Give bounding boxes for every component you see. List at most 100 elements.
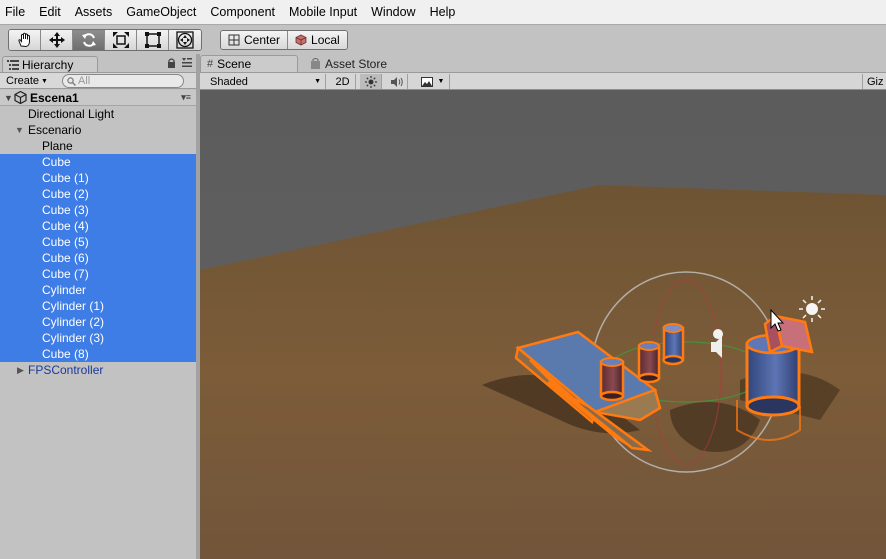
hierarchy-item[interactable]: Directional Light — [0, 106, 196, 122]
hand-tool-button[interactable] — [9, 30, 41, 50]
lighting-toggle-button[interactable] — [360, 74, 382, 89]
rect-tool-icon — [144, 32, 161, 48]
hierarchy-item[interactable]: Cube (3) — [0, 202, 196, 218]
transform-tool-icon — [176, 31, 194, 49]
transform-tool-button[interactable] — [169, 30, 201, 50]
hierarchy-item-label: Cube (5) — [42, 235, 89, 249]
hierarchy-tab-controls — [167, 58, 192, 68]
cube-icon — [295, 34, 307, 46]
hierarchy-item[interactable]: Cube (2) — [0, 186, 196, 202]
menu-bar: File Edit Assets GameObject Component Mo… — [0, 0, 886, 24]
hierarchy-item-label: Cube (3) — [42, 203, 89, 217]
expand-arrow-icon[interactable]: ▼ — [15, 122, 24, 138]
scene-tab-label: Scene — [217, 57, 252, 71]
hierarchy-tab[interactable]: Hierarchy — [2, 56, 98, 73]
asset-store-tab-label: Asset Store — [325, 56, 388, 71]
cylinder-small-3[interactable] — [662, 323, 685, 366]
hierarchy-search-input[interactable]: All — [62, 74, 184, 88]
gizmos-dropdown[interactable]: Giz — [862, 74, 886, 89]
menu-window[interactable]: Window — [364, 0, 422, 24]
hierarchy-item[interactable]: Cylinder (2) — [0, 314, 196, 330]
unity-scene-icon — [14, 91, 27, 104]
bag-icon — [311, 58, 320, 69]
shading-mode-value: Shaded — [210, 75, 248, 88]
hierarchy-item[interactable]: Cylinder — [0, 282, 196, 298]
shading-mode-dropdown[interactable]: Shaded ▼ — [204, 74, 326, 89]
speaker-icon — [390, 76, 403, 87]
menu-edit[interactable]: Edit — [32, 0, 68, 24]
hierarchy-item-label: Cube (7) — [42, 267, 89, 281]
hierarchy-item[interactable]: Cube (7) — [0, 266, 196, 282]
grid-icon: # — [207, 58, 214, 70]
collapse-arrow-icon[interactable]: ▶ — [17, 362, 24, 378]
hierarchy-item-label: Cube — [42, 155, 71, 169]
hand-icon — [17, 32, 30, 48]
menu-file[interactable]: File — [0, 0, 32, 24]
pivot-center-button[interactable]: Center — [221, 31, 289, 49]
hierarchy-item[interactable]: Cube (5) — [0, 234, 196, 250]
hierarchy-item[interactable]: Cylinder (1) — [0, 298, 196, 314]
2d-toggle-button[interactable]: 2D — [330, 74, 356, 89]
hierarchy-item-label: Cube (2) — [42, 187, 89, 201]
create-label: Create — [6, 75, 40, 87]
pivot-center-label: Center — [244, 33, 281, 47]
dropdown-arrow-icon: ▼ — [41, 77, 48, 85]
hierarchy-item[interactable]: Cylinder (3) — [0, 330, 196, 346]
2d-toggle-label: 2D — [335, 75, 350, 88]
rotate-tool-button[interactable] — [73, 30, 105, 50]
hierarchy-item[interactable]: ▶ FPSController — [0, 362, 196, 378]
audio-toggle-button[interactable] — [386, 74, 408, 89]
menu-mobile-input[interactable]: Mobile Input — [282, 0, 364, 24]
effects-dropdown[interactable]: ▼ — [416, 74, 450, 89]
lock-icon[interactable] — [167, 58, 176, 68]
scene-tab-bar: # Scene Asset Store — [200, 54, 886, 72]
scene-tab[interactable]: # Scene — [200, 55, 298, 72]
create-dropdown[interactable]: Create ▼ — [3, 74, 51, 88]
scene-root-row[interactable]: ▼ Escena1 ▾≡ — [0, 90, 196, 106]
hierarchy-item-label: Plane — [42, 139, 73, 153]
hierarchy-item[interactable]: Cube (8) — [0, 346, 196, 362]
pivot-local-label: Local — [311, 33, 340, 47]
hierarchy-item[interactable]: Cube — [0, 154, 196, 170]
menu-gameobject[interactable]: GameObject — [119, 0, 203, 24]
hierarchy-item-label: Cube (8) — [42, 347, 89, 361]
cylinder-small-2[interactable] — [637, 341, 661, 384]
list-icon — [7, 60, 19, 70]
hierarchy-item-label: FPSController — [28, 363, 104, 377]
hierarchy-item-label: Cube (4) — [42, 219, 89, 233]
cylinder-small-1[interactable] — [599, 357, 625, 402]
rect-tool-button[interactable] — [137, 30, 169, 50]
panel-menu-icon[interactable] — [182, 58, 192, 67]
scene-name: Escena1 — [30, 90, 79, 105]
hierarchy-item[interactable]: Cube (1) — [0, 170, 196, 186]
scene-viewport[interactable] — [200, 90, 886, 559]
hierarchy-toolbar: Create ▼ All — [0, 72, 196, 89]
scene-toolbar: Shaded ▼ 2D ▼ Giz — [200, 72, 886, 90]
hierarchy-tree: Directional Light ▼ Escenario Plane Cube Cube… — [0, 106, 196, 378]
hierarchy-item-label: Cylinder (3) — [42, 331, 105, 345]
hierarchy-item-label: Escenario — [28, 123, 82, 137]
hierarchy-item-label: Cylinder (2) — [42, 315, 105, 329]
search-placeholder: All — [78, 75, 91, 87]
hierarchy-item-label: Directional Light — [28, 107, 115, 121]
asset-store-tab[interactable]: Asset Store — [304, 55, 393, 72]
hierarchy-panel: Hierarchy Create ▼ All ▼ Escena1 ▾≡ Dire… — [0, 54, 196, 559]
menu-help[interactable]: Help — [423, 0, 463, 24]
hierarchy-item[interactable]: ▼ Escenario — [0, 122, 196, 138]
dropdown-arrow-icon: ▼ — [437, 78, 445, 85]
move-tool-button[interactable] — [41, 30, 73, 50]
menu-assets[interactable]: Assets — [68, 0, 120, 24]
hierarchy-item-label: Cylinder — [42, 283, 87, 297]
hierarchy-item[interactable]: Cube (4) — [0, 218, 196, 234]
hierarchy-item-label: Cube (6) — [42, 251, 89, 265]
transform-tools — [8, 29, 202, 51]
hierarchy-item[interactable]: Plane — [0, 138, 196, 154]
menu-component[interactable]: Component — [203, 0, 282, 24]
image-icon — [420, 76, 433, 87]
search-icon — [67, 76, 76, 86]
scale-tool-button[interactable] — [105, 30, 137, 50]
scene-menu-icon[interactable]: ▾≡ — [181, 92, 191, 103]
expand-arrow-icon[interactable]: ▼ — [4, 93, 14, 103]
hierarchy-item[interactable]: Cube (6) — [0, 250, 196, 266]
pivot-local-button[interactable]: Local — [288, 31, 347, 49]
